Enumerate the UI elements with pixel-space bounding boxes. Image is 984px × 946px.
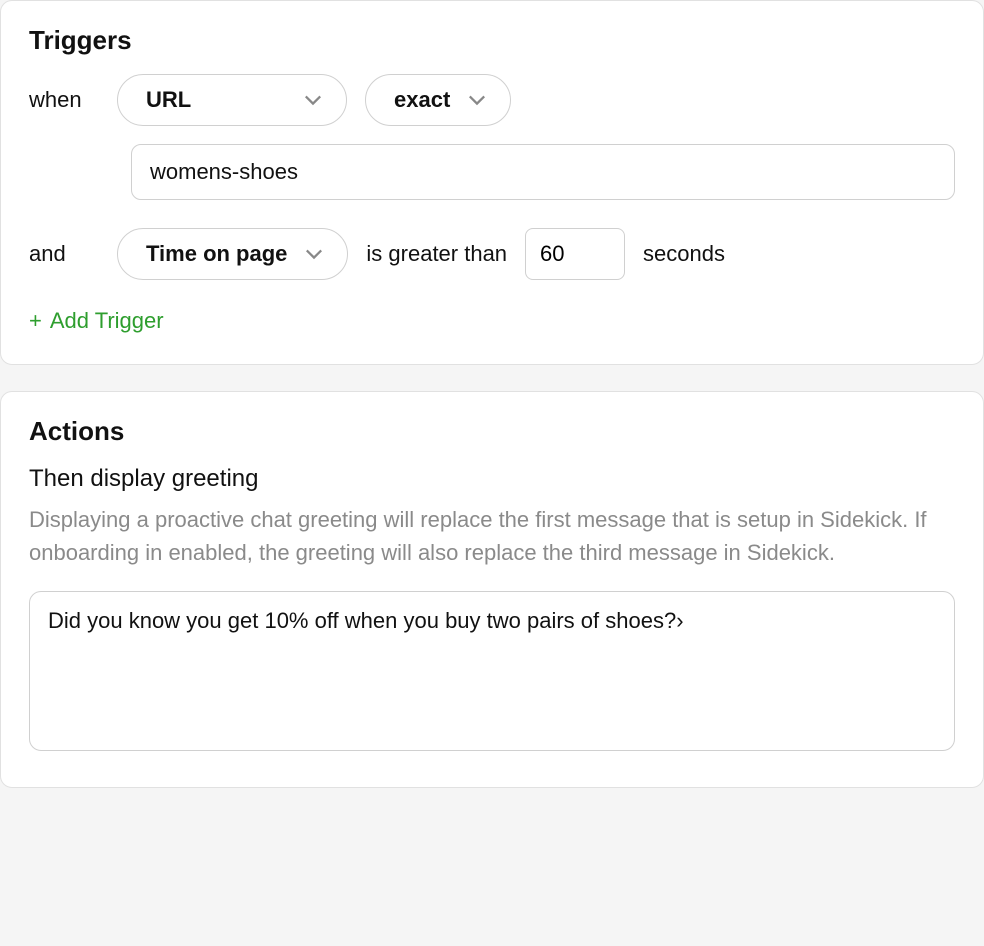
- chevron-down-icon: [304, 94, 322, 106]
- when-label: when: [29, 87, 99, 113]
- plus-icon: +: [29, 310, 42, 332]
- time-on-page-select[interactable]: Time on page: [117, 228, 348, 280]
- chevron-down-icon: [305, 248, 323, 260]
- url-field-select-value: URL: [146, 87, 191, 113]
- greeting-textarea[interactable]: [29, 591, 955, 751]
- url-value-input[interactable]: [131, 144, 955, 200]
- triggers-title: Triggers: [29, 25, 955, 56]
- chevron-down-icon: [468, 94, 486, 106]
- actions-panel: Actions Then display greeting Displaying…: [0, 391, 984, 788]
- trigger-row-when: when URL exact: [29, 74, 955, 126]
- panel-gap: [0, 365, 984, 391]
- add-trigger-label: Add Trigger: [50, 308, 164, 334]
- match-type-select[interactable]: exact: [365, 74, 511, 126]
- actions-help-text: Displaying a proactive chat greeting wil…: [29, 503, 955, 569]
- and-label: and: [29, 241, 99, 267]
- add-trigger-button[interactable]: + Add Trigger: [29, 308, 164, 334]
- actions-subheading: Then display greeting: [29, 465, 955, 493]
- seconds-input[interactable]: [525, 228, 625, 280]
- time-on-page-select-value: Time on page: [146, 241, 287, 267]
- actions-title: Actions: [29, 416, 955, 447]
- match-type-select-value: exact: [394, 87, 450, 113]
- url-value-row: [131, 144, 955, 200]
- compare-text: is greater than: [366, 241, 507, 267]
- seconds-unit-label: seconds: [643, 241, 725, 267]
- trigger-row-and: and Time on page is greater than seconds: [29, 228, 955, 280]
- url-field-select[interactable]: URL: [117, 74, 347, 126]
- triggers-panel: Triggers when URL exact and Time on page: [0, 0, 984, 365]
